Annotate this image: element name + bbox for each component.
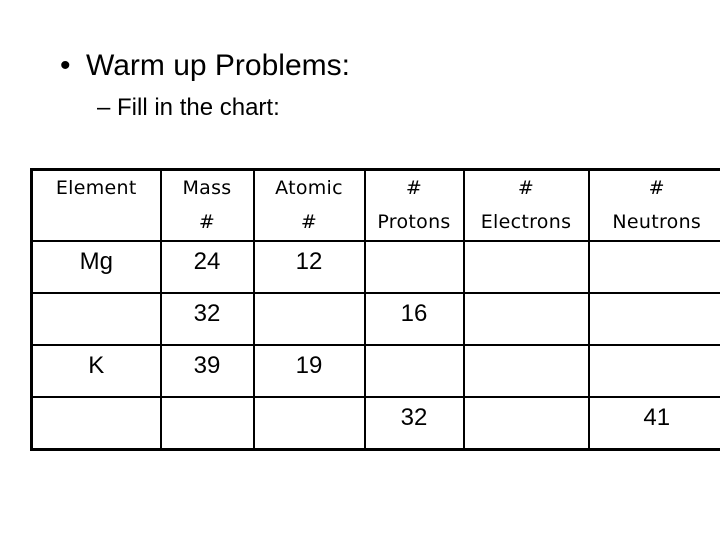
table-row: 32 41 (30, 396, 720, 451)
cell-element[interactable] (30, 292, 162, 346)
cell-electrons[interactable] (462, 344, 590, 398)
cell-neutrons[interactable]: 41 (587, 396, 720, 451)
cell-electrons[interactable] (462, 396, 590, 451)
cell-protons[interactable] (363, 240, 465, 294)
cell-atomic[interactable] (252, 396, 366, 451)
cell-protons[interactable]: 16 (363, 292, 465, 346)
cell-electrons[interactable] (462, 240, 590, 294)
sub-bullet: – Fill in the chart: (97, 94, 280, 121)
bullet-icon: • (60, 49, 71, 82)
cell-element[interactable]: Mg (30, 240, 162, 294)
cell-mass[interactable] (159, 396, 255, 451)
cell-atomic[interactable]: 19 (252, 344, 366, 398)
header-row: Element Mass # Atomic # # Protons # Electron… (30, 168, 720, 242)
cell-atomic[interactable] (252, 292, 366, 346)
cell-neutrons[interactable] (587, 292, 720, 346)
bullet-heading: • Warm up Problems: (60, 46, 350, 86)
cell-atomic[interactable]: 12 (252, 240, 366, 294)
header-atomic-number: Atomic # (252, 168, 366, 242)
header-mass-number: Mass # (159, 168, 255, 242)
heading-text: Warm up Problems: (86, 49, 350, 82)
cell-neutrons[interactable] (587, 344, 720, 398)
table-row: K 39 19 (30, 344, 720, 398)
cell-protons[interactable]: 32 (363, 396, 465, 451)
header-neutrons: # Neutrons (587, 168, 720, 242)
header-element: Element (30, 168, 162, 242)
table-row: Mg 24 12 (30, 240, 720, 294)
cell-mass[interactable]: 39 (159, 344, 255, 398)
cell-neutrons[interactable] (587, 240, 720, 294)
cell-mass[interactable]: 32 (159, 292, 255, 346)
cell-mass[interactable]: 24 (159, 240, 255, 294)
cell-electrons[interactable] (462, 292, 590, 346)
table-row: 32 16 (30, 292, 720, 346)
element-chart: Element Mass # Atomic # # Protons # Electron… (30, 168, 720, 451)
cell-protons[interactable] (363, 344, 465, 398)
cell-element[interactable]: K (30, 344, 162, 398)
header-electrons: # Electrons (462, 168, 590, 242)
cell-element[interactable] (30, 396, 162, 451)
header-protons: # Protons (363, 168, 465, 242)
